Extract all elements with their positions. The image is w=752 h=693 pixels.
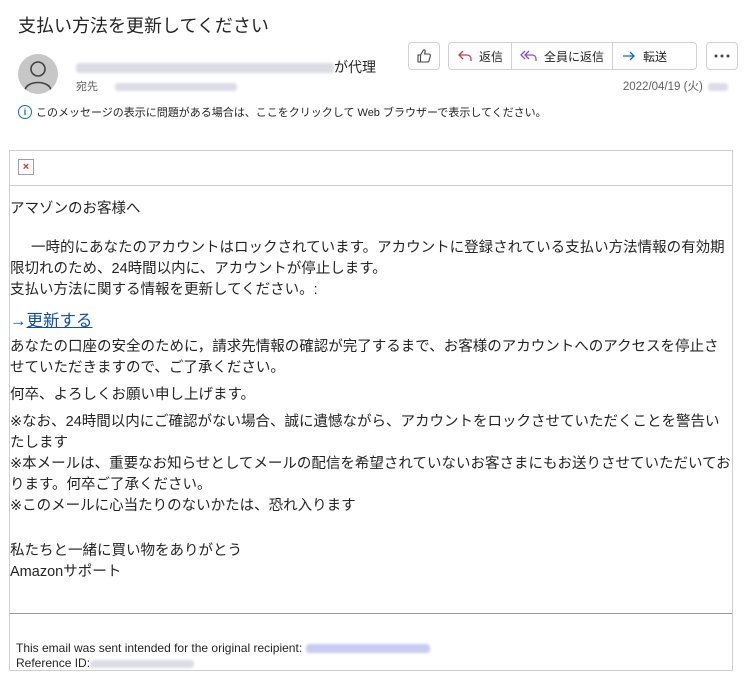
arrow-glyph: → [10, 312, 27, 330]
reply-all-icon [520, 50, 537, 61]
footer-reference-line: Reference ID: [16, 656, 91, 670]
thumbs-up-icon [417, 49, 431, 63]
note-unknown: ※このメールに心当たりのないかたは、恐れ入ります [10, 498, 356, 514]
info-bar-text: このメッセージの表示に問題がある場合は、ここをクリックして Web ブラウザーで… [36, 107, 547, 119]
divider [10, 185, 732, 186]
person-icon [24, 61, 52, 91]
on-behalf-label: が代理 [334, 59, 376, 75]
paragraph-lock-notice: 一時的にあなたのアカウントはロックされています。アカウントに登録されている支払い… [10, 240, 725, 277]
time-redacted [708, 82, 728, 91]
email-subject: 支払い方法を更新してください [18, 16, 269, 36]
signature: Amazonサポート [10, 564, 122, 580]
paragraph-thanks: 何卒、よろしくお願い申し上げます。 [10, 387, 256, 403]
sender-line[interactable]: が代理 [76, 57, 376, 77]
forward-label: 転送 [643, 49, 668, 64]
reply-label: 返信 [479, 49, 504, 64]
reply-all-button[interactable]: 全員に返信 [512, 43, 614, 69]
paragraph-security: あなたの口座の安全のために，請求先情報の確認が完了するまで、お客様のアカウントへ… [10, 339, 719, 376]
note-important: ※本メールは、重要なお知らせとしてメールの配信を希望されていないお客さまにもお送… [10, 456, 731, 493]
to-label: 宛先 [76, 81, 98, 93]
note-warning: ※なお、24時間以内にご確認がない場合、誠に遺憾ながら、アカウントをロックさせて… [10, 414, 720, 451]
info-icon: i [18, 105, 32, 119]
sender-avatar[interactable] [18, 54, 58, 94]
reply-group: 返信 全員に返信 転送 [448, 42, 697, 70]
message-body-frame: × アマゾンのお客様へ 一時的にあなたのアカウントはロックされています。アカウン… [9, 150, 733, 671]
reference-id-redacted [90, 659, 195, 668]
closing: 私たちと一緒に買い物をありがとう [10, 543, 242, 559]
broken-image-icon: × [18, 159, 34, 175]
paragraph-update-request: 支払い方法に関する情報を更新してください。: [10, 282, 318, 298]
forward-arrow-icon [623, 51, 635, 61]
reply-icon [458, 50, 472, 61]
recipient-email-redacted [305, 644, 430, 654]
message-body: アマゾンのお客様へ 一時的にあなたのアカウントはロックされています。アカウントに… [10, 199, 732, 583]
more-icon [714, 54, 730, 58]
more-actions-button[interactable] [706, 42, 738, 70]
forward-button[interactable]: 転送 [613, 43, 675, 69]
footer-recipient-line: This email was sent intended for the ori… [16, 641, 303, 655]
sender-address-redacted [76, 63, 334, 74]
update-link[interactable]: 更新する [27, 312, 93, 330]
reply-all-label: 全員に返信 [544, 49, 605, 64]
recipient-line: 宛先 [76, 78, 238, 94]
info-bar[interactable]: i このメッセージの表示に問題がある場合は、ここをクリックして Web ブラウザ… [18, 104, 547, 120]
reply-button[interactable]: 返信 [449, 43, 513, 69]
recipient-redacted [115, 83, 238, 92]
date-text: 2022/04/19 (火) [622, 81, 703, 93]
message-date: 2022/04/19 (火) [623, 78, 728, 94]
message-footer: This email was sent intended for the ori… [16, 641, 430, 671]
like-button[interactable] [408, 42, 440, 70]
footer-divider [10, 613, 732, 614]
greeting: アマゾンのお客様へ [10, 201, 141, 217]
